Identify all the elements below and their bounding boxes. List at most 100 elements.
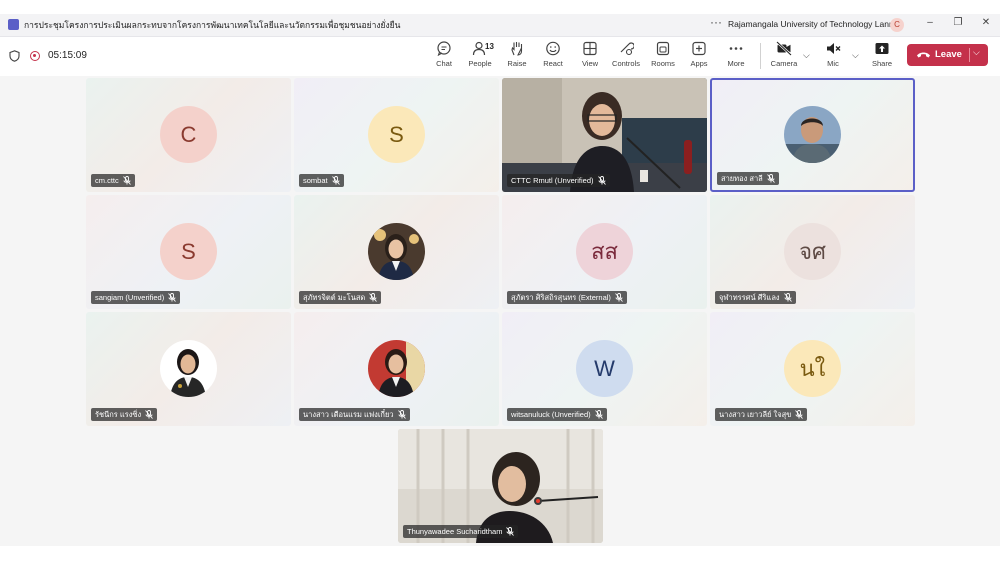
- more-button[interactable]: More: [716, 41, 756, 68]
- participant-name: นางสาว เดือนแรม แฟงเกี๋ยว: [299, 408, 410, 421]
- chat-label: Chat: [436, 59, 452, 68]
- avatar: [368, 223, 425, 280]
- avatar: นใ: [784, 340, 841, 397]
- participant-name: สุภัทรจิตต์ มะโนสด: [299, 291, 382, 304]
- mic-off-icon: [168, 293, 177, 302]
- avatar: จศ: [784, 223, 841, 280]
- avatar: S: [368, 106, 425, 163]
- participant-tile[interactable]: S sombat: [294, 78, 499, 192]
- camera-off-icon: [776, 41, 792, 56]
- profile-photo: [160, 340, 217, 397]
- mic-button[interactable]: Mic: [813, 41, 853, 68]
- speaker-muted-icon: [827, 43, 841, 54]
- avatar: สส: [576, 223, 633, 280]
- more-label: More: [727, 59, 745, 68]
- participant-name: จุฬาทรรศน์ ศีริแลง: [715, 291, 796, 304]
- raise-label: Raise: [507, 59, 527, 68]
- mic-off-icon: [397, 410, 406, 419]
- participant-name: สุภัตรา ศิริสถิรสุนทร (External): [507, 291, 627, 304]
- people-count: 13: [485, 42, 494, 51]
- account-avatar[interactable]: C: [890, 18, 904, 32]
- window-title: การประชุมโครงการประเมินผลกระทบจากโครงการ…: [24, 20, 401, 30]
- participant-name: CTTC Rmutl (Unverified): [507, 174, 610, 187]
- avatar: C: [160, 106, 217, 163]
- leave-divider: [969, 48, 970, 62]
- rooms-label: Rooms: [651, 59, 675, 68]
- close-icon[interactable]: ✕: [978, 17, 994, 28]
- avatar: S: [160, 223, 217, 280]
- react-label: React: [543, 59, 563, 68]
- teams-logo-icon: [8, 19, 19, 30]
- emoji-icon: [546, 41, 560, 56]
- controls-icon: [620, 42, 634, 56]
- participant-tile-active-speaker[interactable]: สายทอง สาลี: [710, 78, 915, 192]
- participant-tile[interactable]: สส สุภัตรา ศิริสถิรสุนทร (External): [502, 195, 707, 309]
- minimize-icon[interactable]: –: [922, 17, 938, 28]
- people-label: People: [468, 59, 492, 68]
- avatar: [160, 340, 217, 397]
- share-icon: [875, 43, 889, 54]
- people-button[interactable]: 13 People: [460, 41, 500, 68]
- participant-tile[interactable]: รัชนีกร แรงซิ่ง: [86, 312, 291, 426]
- apps-label: Apps: [690, 59, 708, 68]
- mic-options-chevron-icon[interactable]: ⌵: [852, 50, 859, 61]
- mic-off-icon: [506, 527, 515, 536]
- chat-button[interactable]: Chat: [424, 41, 464, 68]
- participant-tile[interactable]: S sangiam (Unverified): [86, 195, 291, 309]
- mic-off-icon: [331, 176, 340, 185]
- participant-tile[interactable]: นางสาว เดือนแรม แฟงเกี๋ยว: [294, 312, 499, 426]
- camera-options-chevron-icon[interactable]: ⌵: [803, 50, 810, 61]
- participant-name: sombat: [299, 174, 344, 187]
- mic-off-icon: [783, 293, 792, 302]
- react-button[interactable]: React: [533, 41, 573, 68]
- hand-icon: [511, 42, 523, 56]
- mic-off-icon: [145, 410, 154, 419]
- avatar: [784, 106, 841, 163]
- participant-name: Thunyawadee Sucharidtham: [403, 525, 519, 538]
- participant-name: sangiam (Unverified): [91, 291, 181, 304]
- apps-button[interactable]: Apps: [679, 41, 719, 68]
- camera-label: Camera: [770, 59, 798, 68]
- meeting-toolbar: 05:15:09 Chat 13 People Raise React View…: [0, 37, 1000, 75]
- share-label: Share: [871, 59, 892, 68]
- recording-icon: [30, 51, 40, 61]
- profile-photo: [784, 106, 841, 163]
- camera-button[interactable]: Camera: [764, 41, 804, 68]
- shield-icon[interactable]: [9, 50, 20, 62]
- ellipsis-icon: [729, 47, 743, 50]
- restore-icon[interactable]: ❐: [950, 17, 966, 28]
- mic-off-icon: [597, 176, 606, 185]
- participant-video-tile[interactable]: CTTC Rmutl (Unverified): [502, 78, 707, 192]
- toolbar-divider: [760, 43, 761, 69]
- participant-tile[interactable]: C cm.cttc: [86, 78, 291, 192]
- leave-label: Leave: [935, 49, 962, 60]
- mic-off-icon: [369, 293, 378, 302]
- mic-off-icon: [766, 174, 775, 183]
- leave-button[interactable]: Leave ⌵: [907, 44, 988, 66]
- raise-hand-button[interactable]: Raise: [497, 41, 537, 68]
- chat-icon: [437, 41, 451, 56]
- hang-up-icon: [917, 52, 930, 58]
- more-options-icon[interactable]: ···: [710, 15, 722, 29]
- mic-off-icon: [615, 293, 623, 302]
- share-button[interactable]: Share: [862, 41, 902, 68]
- participant-name: cm.cttc: [91, 174, 135, 187]
- participant-tile[interactable]: W witsanuluck (Unverified): [502, 312, 707, 426]
- organization-name: Rajamangala University of Technology Lan…: [728, 19, 899, 29]
- participant-tile[interactable]: สุภัทรจิตต์ มะโนสด: [294, 195, 499, 309]
- apps-icon: [692, 41, 706, 56]
- mic-off-icon: [594, 410, 603, 419]
- rooms-button[interactable]: Rooms: [643, 41, 683, 68]
- mic-label: Mic: [827, 59, 839, 68]
- participant-tile[interactable]: จศ จุฬาทรรศน์ ศีริแลง: [710, 195, 915, 309]
- participant-video-tile[interactable]: Thunyawadee Sucharidtham: [398, 429, 603, 543]
- meeting-timer: 05:15:09: [48, 50, 87, 61]
- leave-options-chevron-icon[interactable]: ⌵: [973, 47, 980, 58]
- grid-view-icon: [583, 41, 597, 56]
- view-button[interactable]: View: [570, 41, 610, 68]
- participant-tile[interactable]: นใ นางสาว เยาวลีย์ ใจสุข: [710, 312, 915, 426]
- rooms-icon: [656, 41, 670, 56]
- controls-button[interactable]: Controls: [606, 41, 646, 68]
- profile-photo: [368, 340, 425, 397]
- video-gallery: C cm.cttc S sombat CTTC Rmutl (Unverifie…: [0, 76, 1000, 546]
